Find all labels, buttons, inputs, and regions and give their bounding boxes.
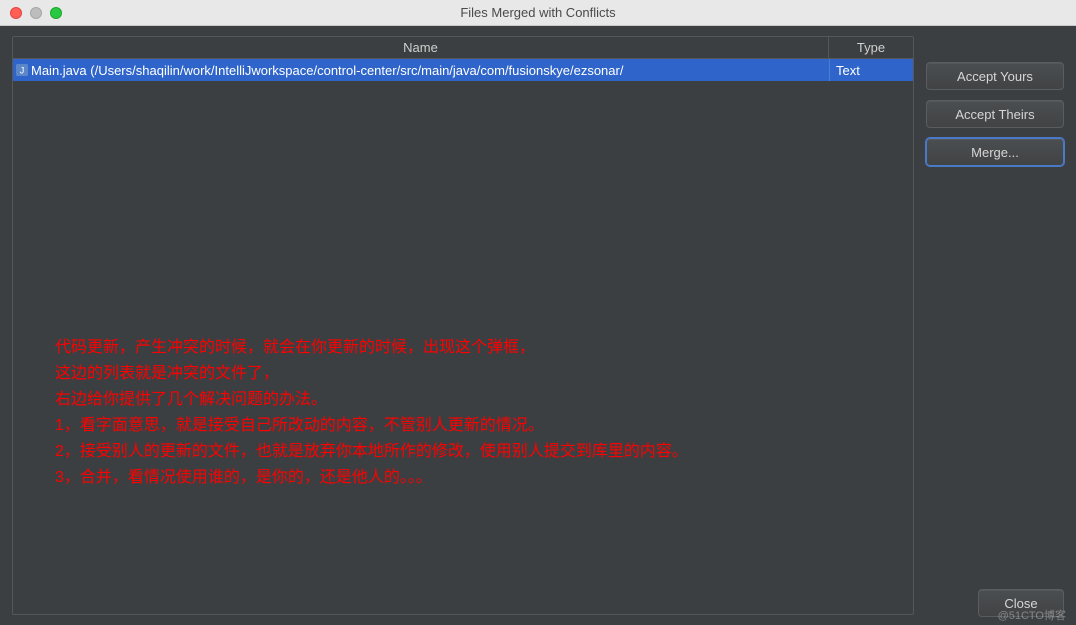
merge-button[interactable]: Merge...	[926, 138, 1064, 166]
window-maximize-button[interactable]	[50, 7, 62, 19]
annotation-text: 代码更新，产生冲突的时候，就会在你更新的时候，出现这个弹框， 这边的列表就是冲突…	[55, 335, 688, 491]
java-file-icon: J	[13, 63, 31, 77]
conflicts-table[interactable]: Name Type J Main.java (/Users/shaqilin/w…	[12, 36, 914, 615]
file-type-cell: Text	[829, 59, 913, 81]
file-name-cell: Main.java (/Users/shaqilin/work/IntelliJ…	[31, 63, 829, 78]
window-minimize-button[interactable]	[30, 7, 42, 19]
dialog-content: Name Type J Main.java (/Users/shaqilin/w…	[0, 26, 1076, 625]
annotation-line: 2，接受别人的更新的文件，也就是放弃你本地所作的修改，使用别人提交到库里的内容。	[55, 439, 688, 465]
table-row[interactable]: J Main.java (/Users/shaqilin/work/Intell…	[13, 59, 913, 81]
column-header-type[interactable]: Type	[829, 37, 913, 58]
annotation-line: 这边的列表就是冲突的文件了，	[55, 361, 688, 387]
right-column: Accept Yours Accept Theirs Merge...	[926, 36, 1064, 615]
window-close-button[interactable]	[10, 7, 22, 19]
table-header: Name Type	[13, 37, 913, 59]
annotation-line: 1，看字面意思，就是接受自己所改动的内容，不管别人更新的情况。	[55, 413, 688, 439]
close-button[interactable]: Close	[978, 589, 1064, 617]
svg-text:J: J	[20, 66, 25, 76]
column-header-name[interactable]: Name	[13, 37, 829, 58]
accept-yours-button[interactable]: Accept Yours	[926, 62, 1064, 90]
dialog-footer: Close	[978, 589, 1064, 617]
left-column: Name Type J Main.java (/Users/shaqilin/w…	[12, 36, 914, 615]
window-titlebar: Files Merged with Conflicts	[0, 0, 1076, 26]
window-title: Files Merged with Conflicts	[0, 5, 1076, 20]
annotation-line: 右边给你提供了几个解决问题的办法。	[55, 387, 688, 413]
annotation-line: 3，合并，看情况使用谁的，是你的，还是他人的。。。	[55, 465, 688, 491]
annotation-line: 代码更新，产生冲突的时候，就会在你更新的时候，出现这个弹框，	[55, 335, 688, 361]
window-controls	[0, 7, 62, 19]
accept-theirs-button[interactable]: Accept Theirs	[926, 100, 1064, 128]
